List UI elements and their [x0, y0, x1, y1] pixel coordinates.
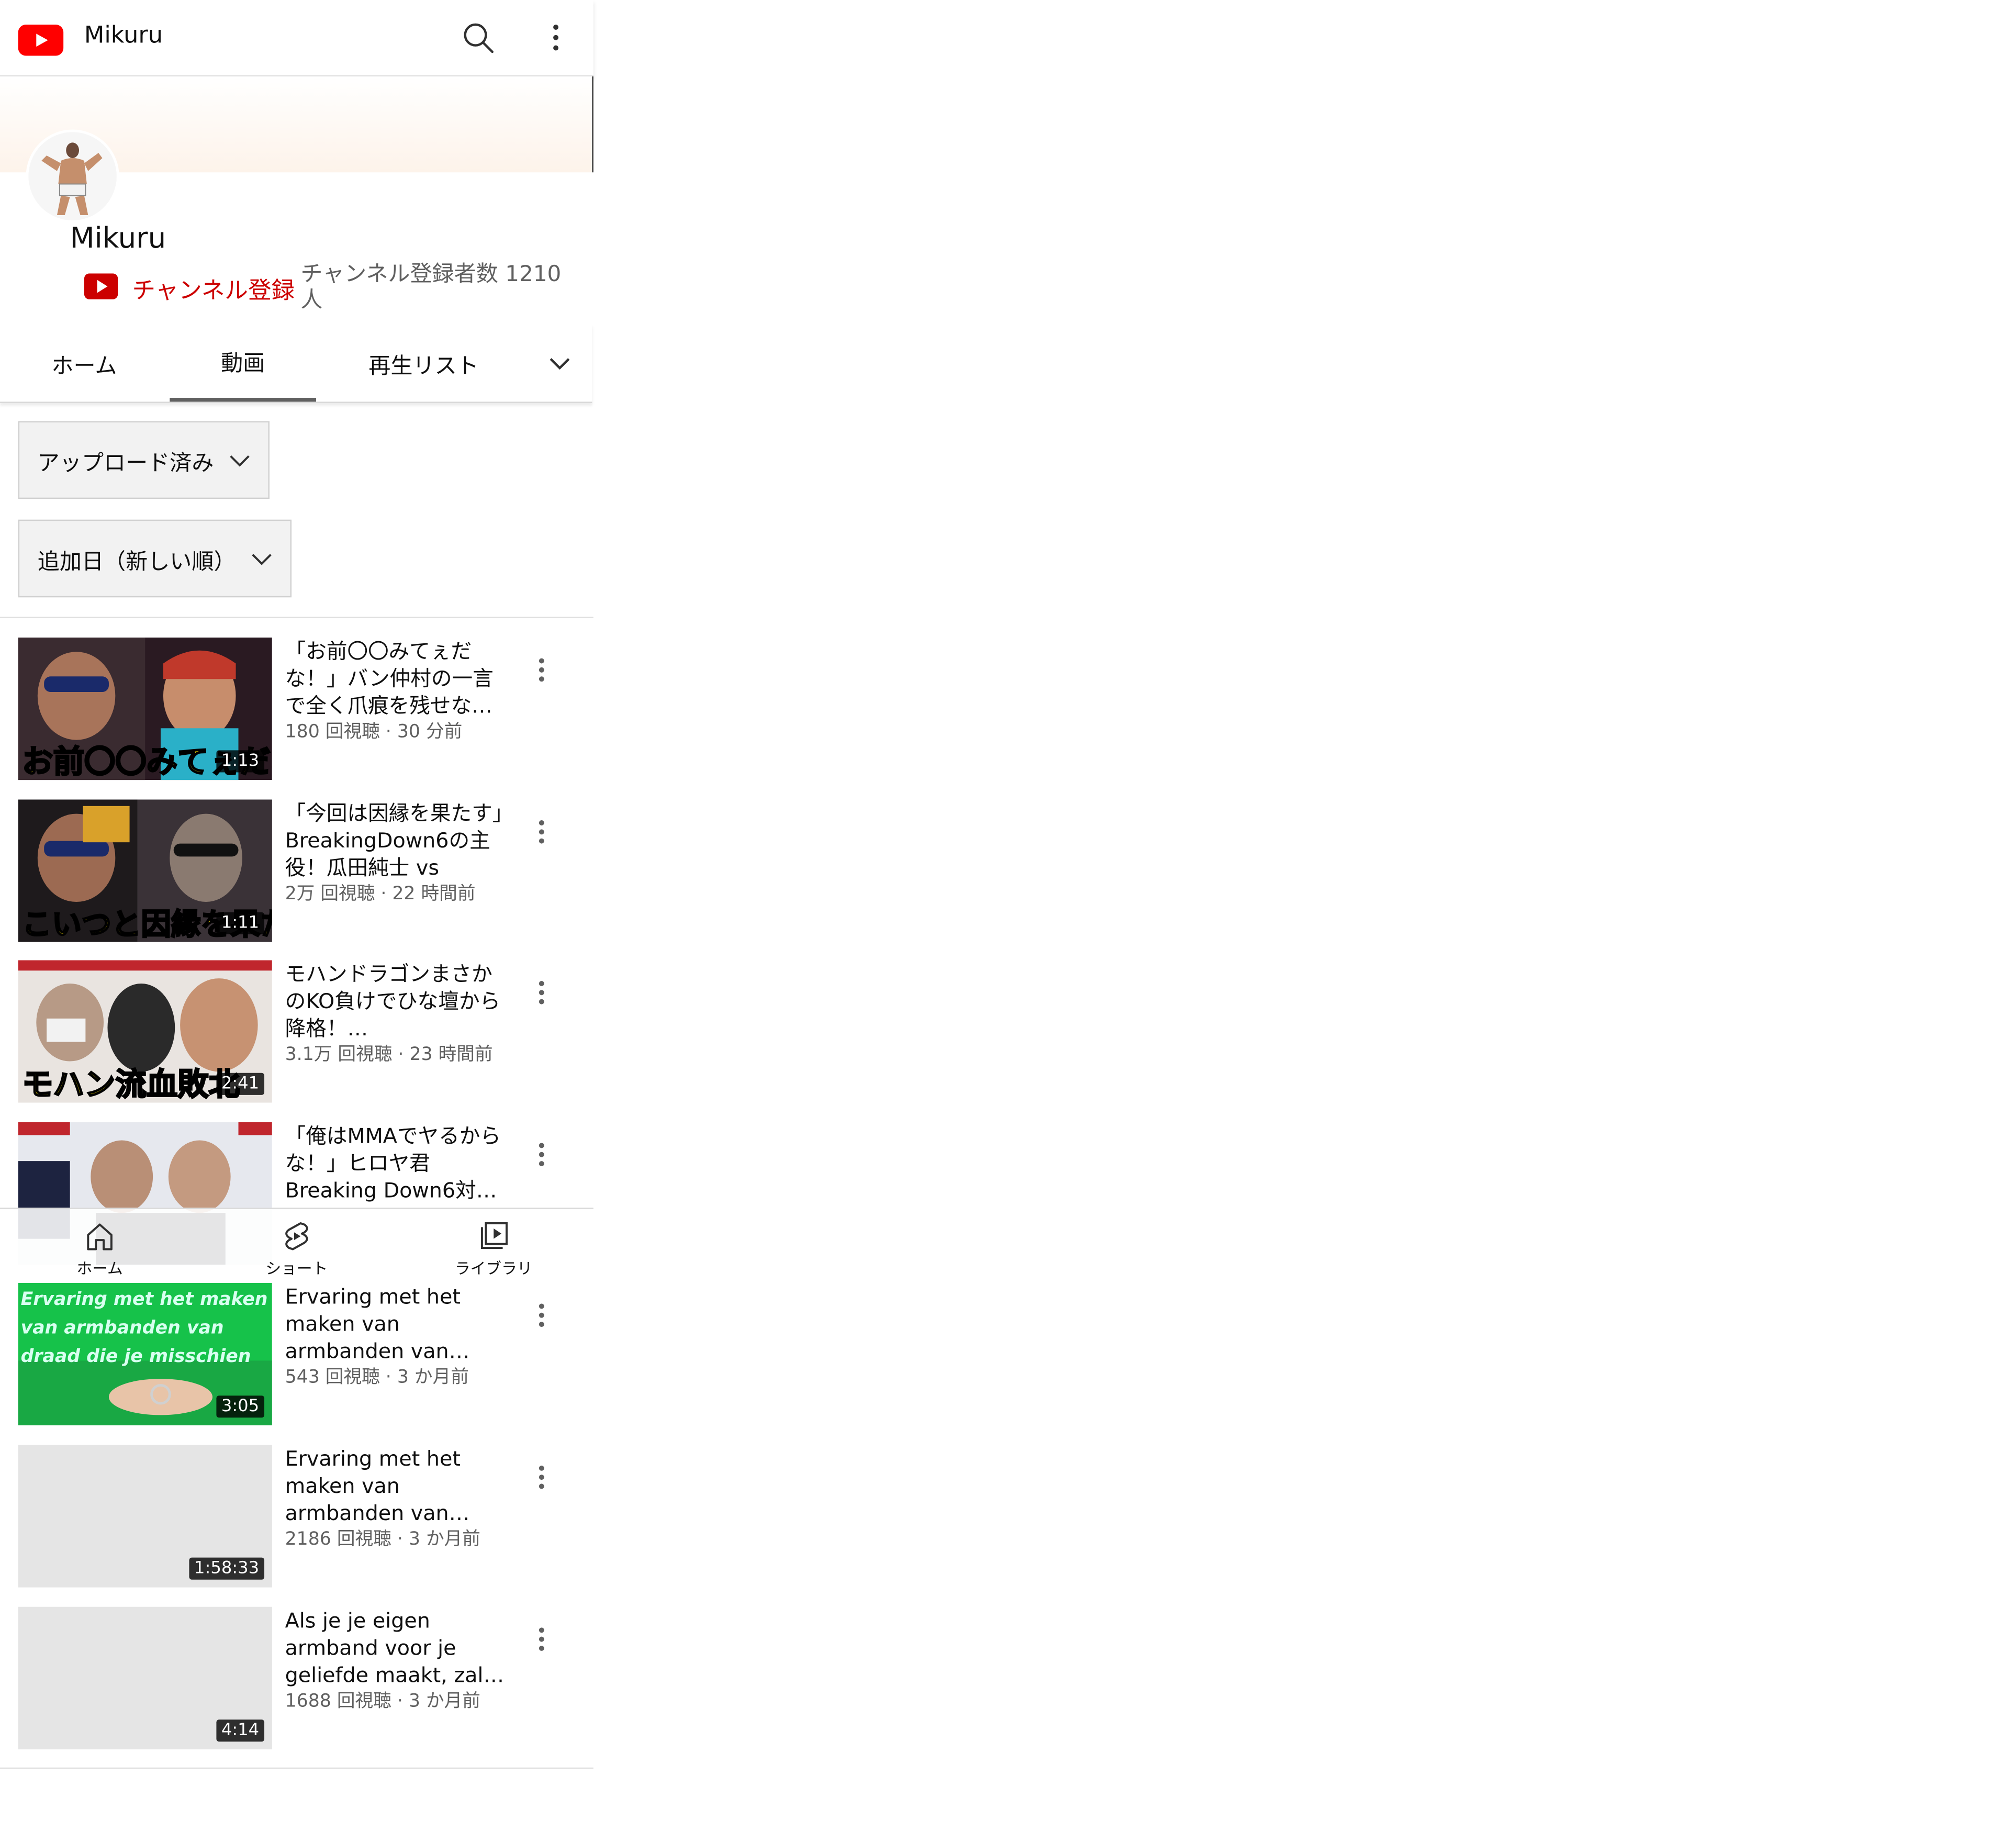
nav-label: ライブラリ — [454, 1259, 533, 1278]
bottom-navigation: ホーム ショート ライブラリ — [0, 1208, 593, 1282]
search-icon[interactable] — [461, 21, 495, 54]
youtube-logo-icon[interactable] — [18, 25, 64, 56]
nav-label: ホーム — [76, 1259, 123, 1278]
video-title[interactable]: モハンドラゴンまさかのKO負けでひな壇から降格！BreakingDown6 — [285, 960, 506, 1042]
app-screen: Mikuru Mikuru チャンネル登録 チャンネル登録者数 1210 人 ホ… — [0, 0, 2016, 1831]
upload-type-dropdown[interactable]: アップロード済み — [18, 421, 270, 499]
video-thumbnail[interactable]: お前〇〇みてぇだな 1:13 — [18, 637, 272, 780]
divider — [0, 1767, 593, 1769]
nav-library[interactable]: ライブラリ — [422, 1209, 565, 1282]
tab-playlists[interactable]: 再生リスト — [327, 324, 521, 402]
video-item[interactable]: こいつと因縁を果たす 1:11 「今回は因縁を果たす」BreakingDown6… — [0, 799, 593, 942]
video-duration: 1:13 — [216, 750, 265, 773]
thumbnail-overlay-text: Ervaring met het maken van armbanden van… — [20, 1289, 268, 1367]
video-duration: 1:11 — [216, 912, 265, 934]
tab-home[interactable]: ホーム — [0, 324, 169, 402]
chevron-down-icon — [230, 455, 250, 467]
tab-label: 動画 — [221, 351, 265, 377]
video-duration: 1:58:33 — [189, 1557, 265, 1580]
more-vert-icon[interactable] — [529, 815, 555, 848]
shorts-icon — [285, 1222, 308, 1251]
video-title[interactable]: Als je je eigen armband voor je geliefde… — [285, 1607, 506, 1689]
channel-name: Mikuru — [70, 222, 166, 255]
video-duration: 4:14 — [216, 1720, 265, 1742]
nav-label: ショート — [265, 1259, 328, 1278]
more-vert-icon[interactable] — [529, 653, 555, 687]
video-meta: 1688 回視聴 · 3 か月前 — [285, 1691, 480, 1712]
more-vert-icon[interactable] — [529, 1299, 555, 1332]
subscriber-count: チャンネル登録者数 1210 人 — [300, 262, 562, 314]
page: Mikuru Mikuru チャンネル登録 チャンネル登録者数 1210 人 ホ… — [0, 0, 2016, 1831]
channel-avatar[interactable] — [26, 129, 119, 223]
upload-type-label: アップロード済み — [37, 450, 214, 476]
video-title[interactable]: 「お前〇〇みてぇだな！」バン仲村の一言で全く爪痕を残せなかった — [285, 638, 506, 719]
fighter-avatar-image — [28, 132, 117, 220]
more-vert-icon[interactable] — [529, 1622, 555, 1656]
video-item[interactable]: 4:14 Als je je eigen armband voor je gel… — [0, 1606, 593, 1750]
video-thumbnail[interactable]: 1:58:33 — [18, 1445, 272, 1588]
sort-order-label: 追加日（新しい順） — [37, 549, 236, 575]
nav-shorts[interactable]: ショート — [226, 1209, 368, 1282]
chevron-down-icon[interactable] — [544, 347, 575, 378]
top-app-bar: Mikuru — [0, 0, 593, 77]
video-thumbnail[interactable]: Ervaring met het maken van armbanden van… — [18, 1282, 272, 1426]
more-vert-icon[interactable] — [529, 1138, 555, 1171]
video-thumbnail[interactable]: モハン流血敗北 2:41 — [18, 960, 272, 1103]
video-meta: 543 回視聴 · 3 か月前 — [285, 1367, 469, 1388]
more-vert-icon[interactable] — [529, 1460, 555, 1494]
video-thumbnail[interactable]: 4:14 — [18, 1606, 272, 1750]
video-item[interactable]: 1:58:33 Ervaring met het maken van armba… — [0, 1445, 593, 1588]
video-meta: 3.1万 回視聴 · 23 時間前 — [285, 1044, 493, 1065]
library-icon — [480, 1222, 508, 1249]
video-item[interactable]: お前〇〇みてぇだな 1:13 「お前〇〇みてぇだな！」バン仲村の一言で全く爪痕を… — [0, 637, 593, 780]
sort-order-dropdown[interactable]: 追加日（新しい順） — [18, 519, 292, 598]
video-title[interactable]: Ervaring met het maken van armbanden van… — [285, 1445, 506, 1526]
subscribe-button[interactable]: チャンネル登録 — [132, 272, 295, 306]
tab-label: ホーム — [51, 353, 117, 379]
video-duration: 2:41 — [216, 1073, 265, 1095]
video-title[interactable]: 「今回は因縁を果たす」BreakingDown6の主役！瓜田純士 vs — [285, 799, 506, 881]
tab-videos[interactable]: 動画 — [170, 324, 317, 402]
home-icon — [87, 1223, 113, 1251]
video-thumbnail[interactable]: こいつと因縁を果たす 1:11 — [18, 799, 272, 942]
video-meta: 180 回視聴 · 30 分前 — [285, 721, 463, 743]
tab-label: 再生リスト — [368, 353, 479, 379]
video-item[interactable]: Ervaring met het maken van armbanden van… — [0, 1282, 593, 1426]
nav-home[interactable]: ホーム — [28, 1209, 171, 1282]
video-duration: 3:05 — [216, 1395, 265, 1418]
app-bar-title: Mikuru — [84, 22, 163, 50]
divider — [0, 617, 593, 618]
channel-tabs: ホーム 動画 再生リスト — [0, 323, 592, 403]
thumbnail-overlay-text: モハン流血敗北 — [22, 1067, 240, 1103]
video-title[interactable]: Ervaring met het maken van armbanden van… — [285, 1283, 506, 1365]
video-meta: 2万 回視聴 · 22 時間前 — [285, 884, 476, 905]
video-item[interactable]: モハン流血敗北 2:41 モハンドラゴンまさかのKO負けでひな壇から降格！Bre… — [0, 960, 593, 1103]
chevron-down-icon — [252, 554, 272, 565]
more-vert-icon[interactable] — [539, 21, 573, 54]
video-meta: 2186 回視聴 · 3 か月前 — [285, 1529, 480, 1550]
more-vert-icon[interactable] — [529, 976, 555, 1009]
youtube-subscribe-icon[interactable] — [84, 273, 118, 299]
video-title[interactable]: 「俺はMMAでヤるからな！」ヒロヤ君 Breaking Down6対戦カード — [285, 1122, 506, 1204]
